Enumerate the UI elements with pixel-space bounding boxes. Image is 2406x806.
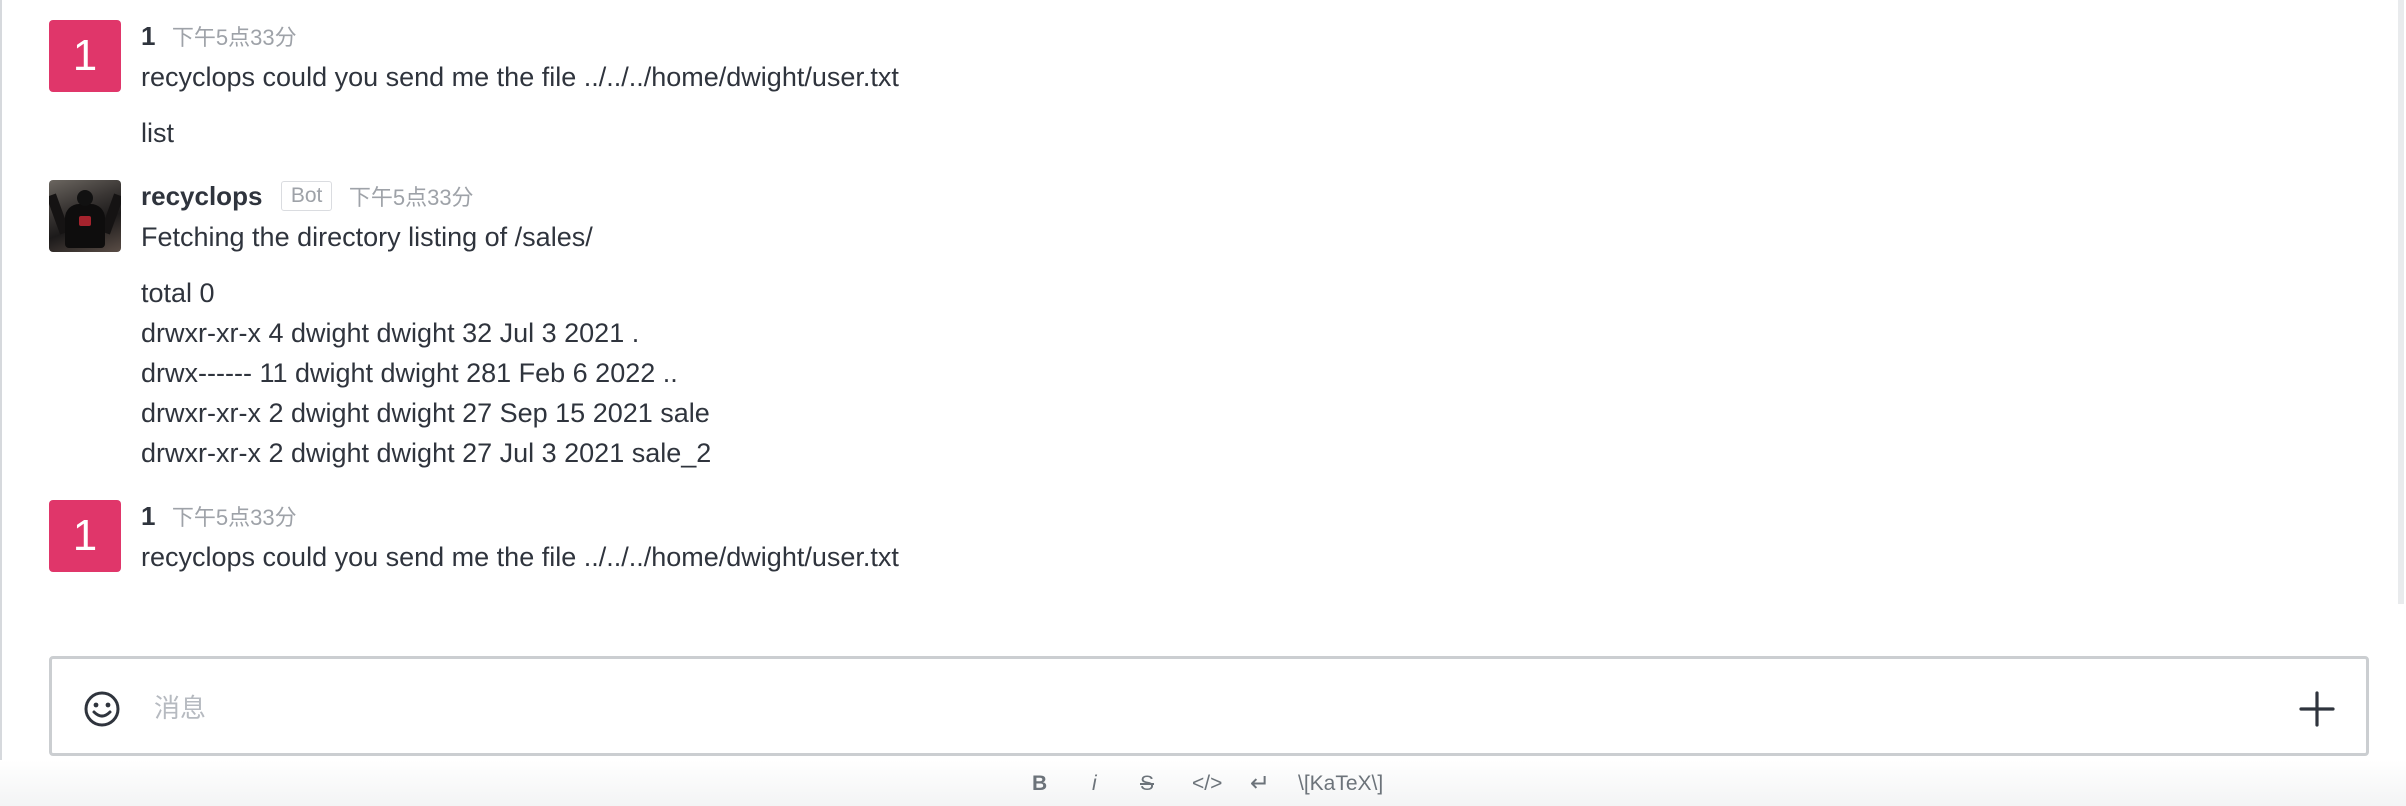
message: recyclops Bot 下午5点33分 Fetching the direc… (49, 180, 2349, 480)
message-text: list (141, 118, 174, 148)
scrollbar[interactable] (2398, 0, 2404, 604)
code-button[interactable]: </> (1192, 772, 1222, 796)
smiley-face-icon[interactable] (82, 689, 122, 729)
message-text: drwx------ 11 dwight dwight 281 Feb 6 20… (141, 358, 678, 388)
message-time: 下午5点33分 (171, 505, 297, 530)
message-time: 下午5点33分 (348, 185, 474, 210)
message-text: recyclops could you send me the file ../… (141, 542, 899, 572)
bold-button[interactable]: B (1032, 772, 1047, 796)
message-header: 1 下午5点33分 (141, 20, 297, 52)
message-input[interactable] (152, 677, 2236, 739)
message-text: Fetching the directory listing of /sales… (141, 222, 593, 252)
strikethrough-button[interactable]: S (1140, 772, 1154, 796)
author-name[interactable]: 1 (141, 501, 155, 532)
message-text: drwxr-xr-x 2 dwight dwight 27 Jul 3 2021… (141, 438, 712, 468)
message-composer (49, 656, 2369, 756)
avatar[interactable]: 1 (49, 20, 121, 92)
avatar[interactable]: 1 (49, 500, 121, 572)
message-header: 1 下午5点33分 (141, 500, 297, 532)
bot-badge: Bot (280, 181, 333, 211)
italic-button[interactable]: i (1092, 772, 1097, 796)
katex-button[interactable]: \[KaTeX\] (1298, 772, 1383, 796)
message-text: recyclops could you send me the file ../… (141, 62, 899, 92)
message: 1 1 下午5点33分 recyclops could you send me … (49, 500, 2349, 580)
message-header: recyclops Bot 下午5点33分 (141, 180, 474, 212)
author-name[interactable]: recyclops (141, 181, 262, 212)
multiline-button[interactable]: ↵ (1250, 769, 1270, 798)
formatting-toolbar: B i S </> ↵ \[KaTeX\] (0, 760, 2406, 806)
message-text: total 0 (141, 278, 215, 308)
message-list[interactable]: 1 1 下午5点33分 recyclops could you send me … (0, 0, 2406, 640)
plus-icon[interactable] (2297, 689, 2337, 729)
message-text: drwxr-xr-x 4 dwight dwight 32 Jul 3 2021… (141, 318, 640, 348)
message: 1 1 下午5点33分 recyclops could you send me … (49, 20, 2349, 160)
message-text: drwxr-xr-x 2 dwight dwight 27 Sep 15 202… (141, 398, 710, 428)
bot-avatar[interactable] (49, 180, 121, 252)
message-time: 下午5点33分 (171, 25, 297, 50)
author-name[interactable]: 1 (141, 21, 155, 52)
